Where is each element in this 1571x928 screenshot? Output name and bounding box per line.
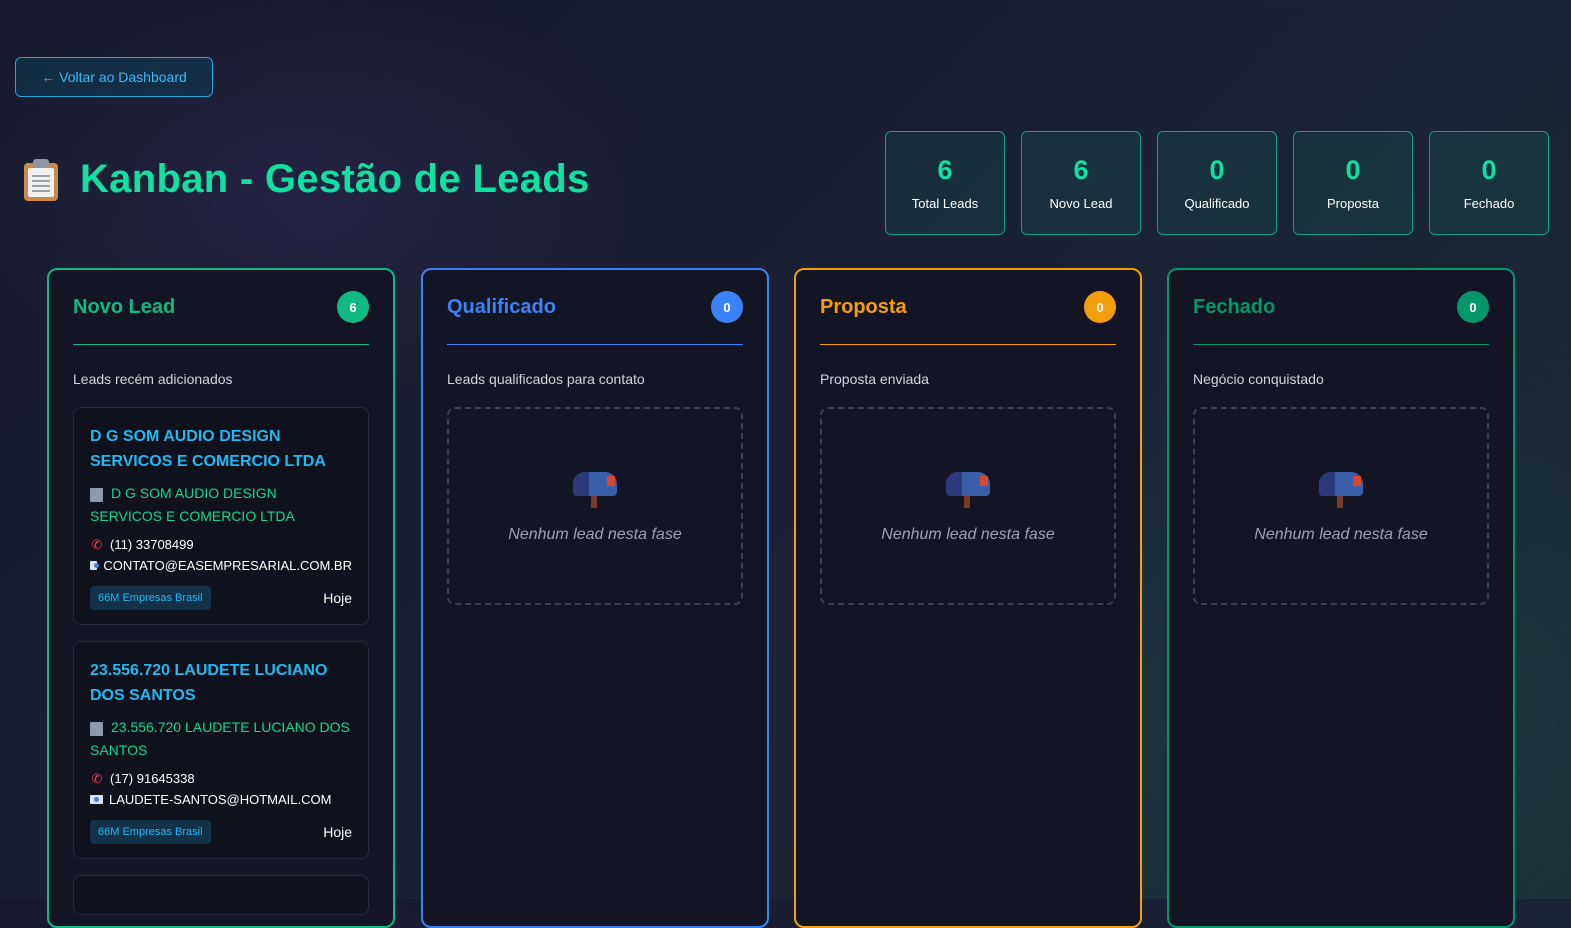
column-title: Novo Lead (73, 295, 176, 318)
lead-card[interactable]: D G SOM AUDIO DESIGN SERVICOS E COMERCIO… (73, 407, 369, 625)
lead-footer: 66M Empresas Brasil Hoje (90, 586, 352, 610)
stat-value: 6 (1073, 155, 1089, 185)
lead-company-text: D G SOM AUDIO DESIGN SERVICOS E COMERCIO… (90, 485, 295, 524)
empty-state: Nenhum lead nesta fase (820, 407, 1116, 605)
stat-label: Total Leads (911, 196, 979, 211)
empty-state: Nenhum lead nesta fase (1193, 407, 1489, 605)
lead-title[interactable]: 23.556.720 LAUDETE LUCIANO DOS SANTOS (90, 658, 352, 708)
stat-label: Novo Lead (1049, 196, 1113, 211)
empty-state-text: Nenhum lead nesta fase (508, 526, 682, 543)
lead-email-text: LAUDETE-SANTOS@HOTMAIL.COM (109, 792, 332, 807)
column-count-badge: 0 (711, 291, 743, 323)
stat-fechado: 0 Fechado (1429, 131, 1549, 235)
back-to-dashboard-button[interactable]: ← Voltar ao Dashboard (15, 57, 213, 97)
column-proposta: Proposta 0 Proposta enviada Nenhum lead … (794, 268, 1142, 928)
lead-email: LAUDETE-SANTOS@HOTMAIL.COM (90, 789, 352, 810)
stat-label: Proposta (1326, 196, 1380, 211)
column-title: Qualificado (447, 295, 556, 318)
page-title: Kanban - Gestão de Leads (80, 157, 590, 201)
lead-email-text: CONTATO@EASEMPRESARIAL.COM.BR (103, 558, 352, 573)
mailbox-icon (1317, 468, 1365, 508)
lead-footer: 66M Empresas Brasil Hoje (90, 820, 352, 844)
lead-date: Hoje (323, 824, 352, 840)
phone-icon: ✆ (91, 537, 103, 552)
clipboard-icon (22, 158, 60, 202)
stat-label: Qualificado (1184, 196, 1250, 211)
source-badge: 66M Empresas Brasil (90, 586, 211, 610)
column-header: Qualificado 0 (447, 270, 743, 345)
column-header: Fechado 0 (1193, 270, 1489, 345)
lead-title[interactable]: D G SOM AUDIO DESIGN SERVICOS E COMERCIO… (90, 424, 352, 474)
column-header: Proposta 0 (820, 270, 1116, 345)
empty-state-text: Nenhum lead nesta fase (881, 526, 1055, 543)
lead-company-text: 23.556.720 LAUDETE LUCIANO DOS SANTOS (90, 719, 350, 758)
column-description: Proposta enviada (820, 371, 929, 387)
lead-phone-text: (11) 33708499 (110, 537, 194, 552)
column-count-badge: 0 (1084, 291, 1116, 323)
stat-value: 0 (1481, 155, 1497, 185)
column-description: Leads qualificados para contato (447, 371, 645, 387)
phone-icon: ✆ (91, 771, 103, 786)
column-description: Negócio conquistado (1193, 371, 1324, 387)
column-novo-lead: Novo Lead 6 Leads recém adicionados D G … (47, 268, 395, 928)
building-icon (90, 722, 103, 737)
stat-proposta: 0 Proposta (1293, 131, 1413, 235)
stat-label: Fechado (1463, 196, 1515, 211)
email-icon (90, 795, 103, 804)
column-header: Novo Lead 6 (73, 270, 369, 345)
stat-value: 0 (1345, 155, 1361, 185)
lead-email: CONTATO@EASEMPRESARIAL.COM.BR (90, 555, 352, 576)
stats-bar: 6 Total Leads 6 Novo Lead 0 Qualificado … (885, 131, 1549, 235)
column-title: Fechado (1193, 295, 1276, 318)
column-count-badge: 0 (1457, 291, 1489, 323)
mailbox-icon (944, 468, 992, 508)
lead-card[interactable] (73, 875, 369, 915)
column-description: Leads recém adicionados (73, 371, 233, 387)
stat-value: 0 (1209, 155, 1225, 185)
empty-state-text: Nenhum lead nesta fase (1254, 526, 1428, 543)
lead-phone-text: (17) 91645338 (110, 771, 195, 786)
building-icon (90, 488, 103, 503)
stat-total-leads: 6 Total Leads (885, 131, 1005, 235)
lead-company: D G SOM AUDIO DESIGN SERVICOS E COMERCIO… (90, 482, 352, 528)
lead-phone: ✆ (17) 91645338 (90, 768, 352, 789)
stat-qualificado: 0 Qualificado (1157, 131, 1277, 235)
page-header: Kanban - Gestão de Leads (22, 157, 590, 202)
empty-state: Nenhum lead nesta fase (447, 407, 743, 605)
column-fechado: Fechado 0 Negócio conquistado Nenhum lea… (1167, 268, 1515, 928)
column-title: Proposta (820, 295, 907, 318)
lead-company: 23.556.720 LAUDETE LUCIANO DOS SANTOS (90, 716, 352, 762)
column-qualificado: Qualificado 0 Leads qualificados para co… (421, 268, 769, 928)
lead-phone: ✆ (11) 33708499 (90, 534, 352, 555)
lead-date: Hoje (323, 590, 352, 606)
source-badge: 66M Empresas Brasil (90, 820, 211, 844)
lead-card[interactable]: 23.556.720 LAUDETE LUCIANO DOS SANTOS 23… (73, 641, 369, 859)
email-icon (90, 561, 100, 570)
stat-value: 6 (937, 155, 953, 185)
stat-novo-lead: 6 Novo Lead (1021, 131, 1141, 235)
column-count-badge: 6 (337, 291, 369, 323)
mailbox-icon (571, 468, 619, 508)
